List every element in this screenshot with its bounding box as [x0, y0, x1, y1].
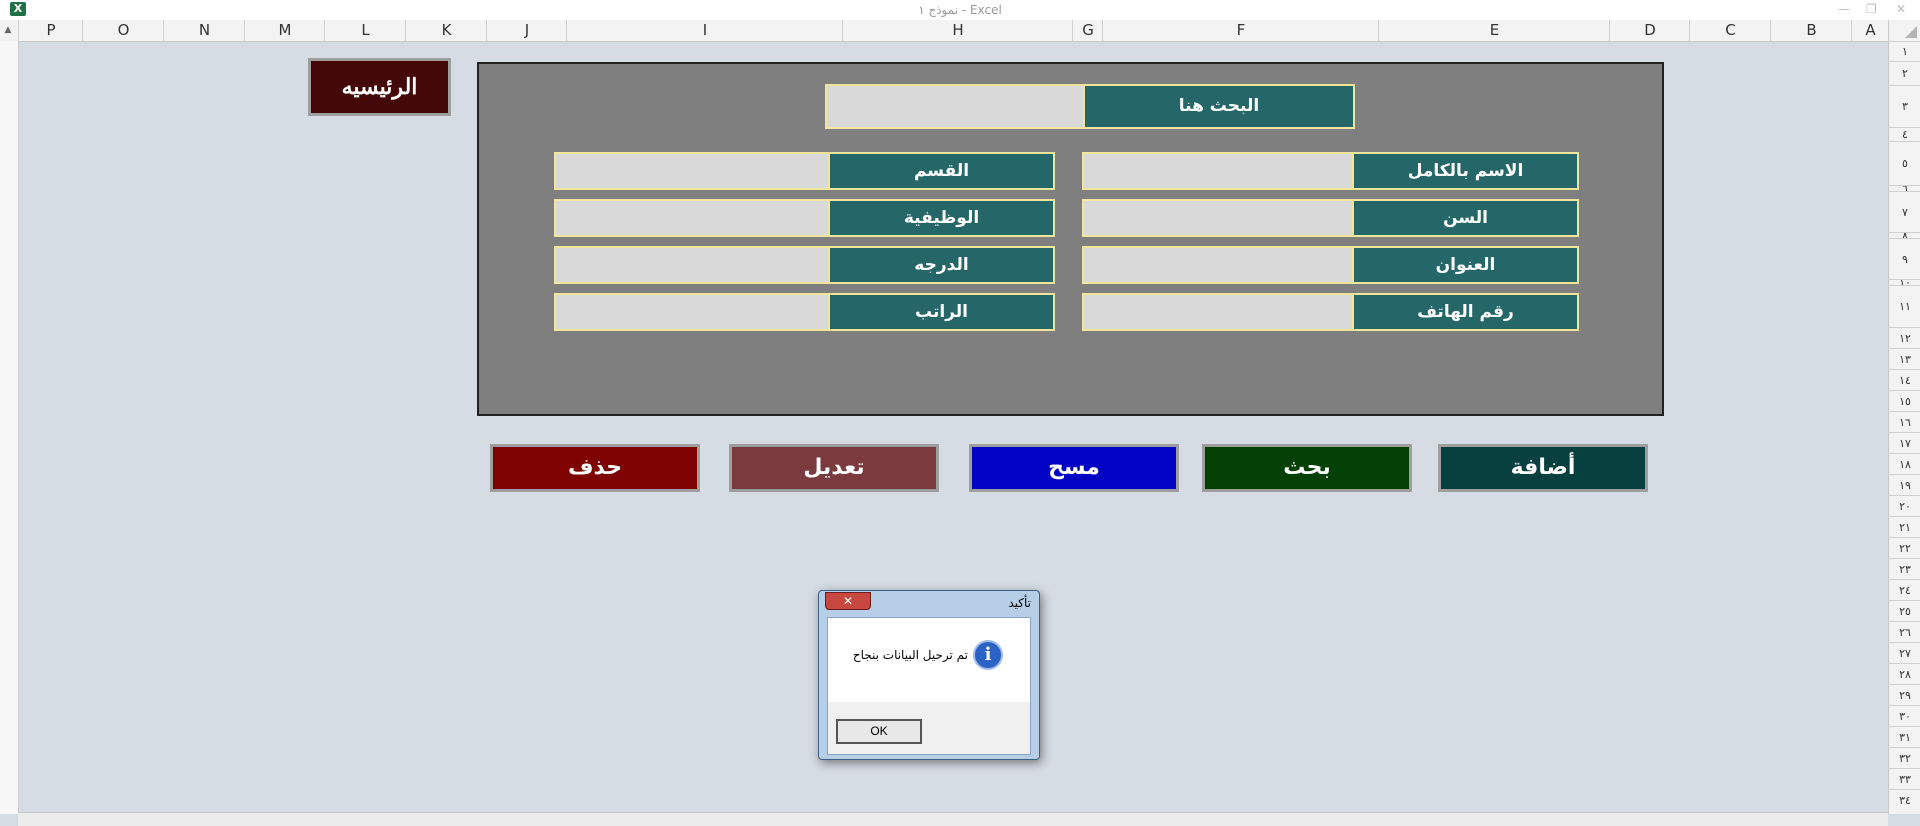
dialog-close-icon[interactable]: ✕: [825, 592, 871, 610]
form-panel: البحث هنا الاسم بالكامل السن العنوان رقم…: [477, 62, 1664, 416]
column-header-n[interactable]: N: [163, 20, 245, 41]
row-header-3[interactable]: ٣: [1889, 85, 1920, 128]
column-header-k[interactable]: K: [405, 20, 487, 41]
phone-input[interactable]: [1082, 293, 1354, 331]
confirm-dialog: ✕ تأكيد i تم ترحيل البيانات بنجاح OK: [818, 590, 1040, 760]
address-input[interactable]: [1082, 246, 1354, 284]
row-header-27[interactable]: ٢٧: [1889, 642, 1920, 664]
home-button[interactable]: الرئيسيه: [308, 58, 451, 116]
column-header-c[interactable]: C: [1689, 20, 1771, 41]
row-header-7[interactable]: ٧: [1889, 191, 1920, 233]
row-header-22[interactable]: ٢٢: [1889, 537, 1920, 559]
minimize-icon[interactable]: —: [1838, 1, 1850, 17]
delete-button[interactable]: حذف: [490, 444, 700, 492]
row-header-34[interactable]: ٣٤: [1889, 789, 1920, 811]
column-header-i[interactable]: I: [566, 20, 843, 41]
column-header-l[interactable]: L: [324, 20, 406, 41]
add-button[interactable]: أضافة: [1438, 444, 1648, 492]
restore-icon[interactable]: ❐: [1866, 1, 1877, 17]
column-header-e[interactable]: E: [1378, 20, 1610, 41]
column-header-o[interactable]: O: [82, 20, 164, 41]
salary-label: الراتب: [828, 293, 1055, 331]
search-button[interactable]: بحث: [1202, 444, 1412, 492]
search-input[interactable]: [825, 84, 1085, 129]
address-label: العنوان: [1352, 246, 1579, 284]
row-header-33[interactable]: ٣٣: [1889, 768, 1920, 790]
full-name-input[interactable]: [1082, 152, 1354, 190]
scroll-up-icon[interactable]: ▲: [2, 22, 14, 38]
row-header-24[interactable]: ٢٤: [1889, 579, 1920, 601]
department-label: القسم: [828, 152, 1055, 190]
row-header-30[interactable]: ٣٠: [1889, 705, 1920, 727]
row-header-20[interactable]: ٢٠: [1889, 495, 1920, 517]
column-header-d[interactable]: D: [1609, 20, 1690, 41]
column-header-p[interactable]: P: [18, 20, 83, 41]
row-header-25[interactable]: ٢٥: [1889, 600, 1920, 622]
row-header-2[interactable]: ٢: [1889, 61, 1920, 86]
row-header-18[interactable]: ١٨: [1889, 453, 1920, 475]
row-header-13[interactable]: ١٣: [1889, 348, 1920, 370]
column-header-a[interactable]: A: [1851, 20, 1889, 41]
grade-input[interactable]: [554, 246, 830, 284]
age-input[interactable]: [1082, 199, 1354, 237]
job-input[interactable]: [554, 199, 830, 237]
close-window-icon[interactable]: ✕: [1896, 1, 1906, 17]
row-header-5[interactable]: ٥: [1889, 141, 1920, 186]
info-icon: i: [973, 640, 1003, 670]
row-header-15[interactable]: ١٥: [1889, 390, 1920, 412]
row-header-4[interactable]: ٤: [1889, 127, 1920, 142]
edit-button[interactable]: تعديل: [729, 444, 939, 492]
column-header-h[interactable]: H: [842, 20, 1073, 41]
clear-button[interactable]: مسح: [969, 444, 1179, 492]
row-header-16[interactable]: ١٦: [1889, 411, 1920, 433]
column-header: ▲ P O N M L K J I H G F E D C B A: [0, 20, 1920, 42]
title-bar: X نموذج ١ - Excel — ❐ ✕: [0, 0, 1920, 21]
row-header-1[interactable]: ١: [1889, 41, 1920, 62]
row-header-26[interactable]: ٢٦: [1889, 621, 1920, 643]
full-name-label: الاسم بالكامل: [1352, 152, 1579, 190]
column-header-f[interactable]: F: [1102, 20, 1379, 41]
dialog-content: i تم ترحيل البيانات بنجاح: [828, 618, 1030, 702]
row-header-17[interactable]: ١٧: [1889, 432, 1920, 454]
phone-label: رقم الهاتف: [1352, 293, 1579, 331]
row-header-21[interactable]: ٢١: [1889, 516, 1920, 538]
horizontal-scrollbar[interactable]: [18, 812, 1888, 826]
row-header-28[interactable]: ٢٨: [1889, 663, 1920, 685]
select-all-icon: [1905, 26, 1917, 38]
dialog-body: i تم ترحيل البيانات بنجاح OK: [827, 617, 1031, 755]
column-header-g[interactable]: G: [1072, 20, 1103, 41]
job-label: الوظيفية: [828, 199, 1055, 237]
row-header-12[interactable]: ١٢: [1889, 327, 1920, 349]
salary-input[interactable]: [554, 293, 830, 331]
dialog-message: تم ترحيل البيانات بنجاح: [852, 648, 968, 662]
row-header-11[interactable]: ١١: [1889, 285, 1920, 328]
vertical-scrollbar[interactable]: [0, 41, 19, 814]
age-label: السن: [1352, 199, 1579, 237]
search-label: البحث هنا: [1083, 84, 1355, 129]
column-header-m[interactable]: M: [244, 20, 325, 41]
row-header-19[interactable]: ١٩: [1889, 474, 1920, 496]
window-title: نموذج ١ - Excel: [918, 3, 1002, 17]
row-header-9[interactable]: ٩: [1889, 238, 1920, 280]
row-header-29[interactable]: ٢٩: [1889, 684, 1920, 706]
department-input[interactable]: [554, 152, 830, 190]
column-header-b[interactable]: B: [1770, 20, 1852, 41]
grade-label: الدرجه: [828, 246, 1055, 284]
select-all-corner[interactable]: [1888, 20, 1920, 41]
dialog-title: تأكيد: [1008, 596, 1031, 610]
row-header-31[interactable]: ٣١: [1889, 726, 1920, 748]
column-header-j[interactable]: J: [486, 20, 567, 41]
row-header-23[interactable]: ٢٣: [1889, 558, 1920, 580]
ok-button[interactable]: OK: [836, 719, 922, 744]
row-header: ١ ٢ ٣ ٤ ٥ ٦ ٧ ٨ ٩ ١٠ ١١ ١٢ ١٣ ١٤ ١٥ ١٦ ١…: [1888, 41, 1920, 814]
row-header-32[interactable]: ٣٢: [1889, 747, 1920, 769]
row-header-14[interactable]: ١٤: [1889, 369, 1920, 391]
